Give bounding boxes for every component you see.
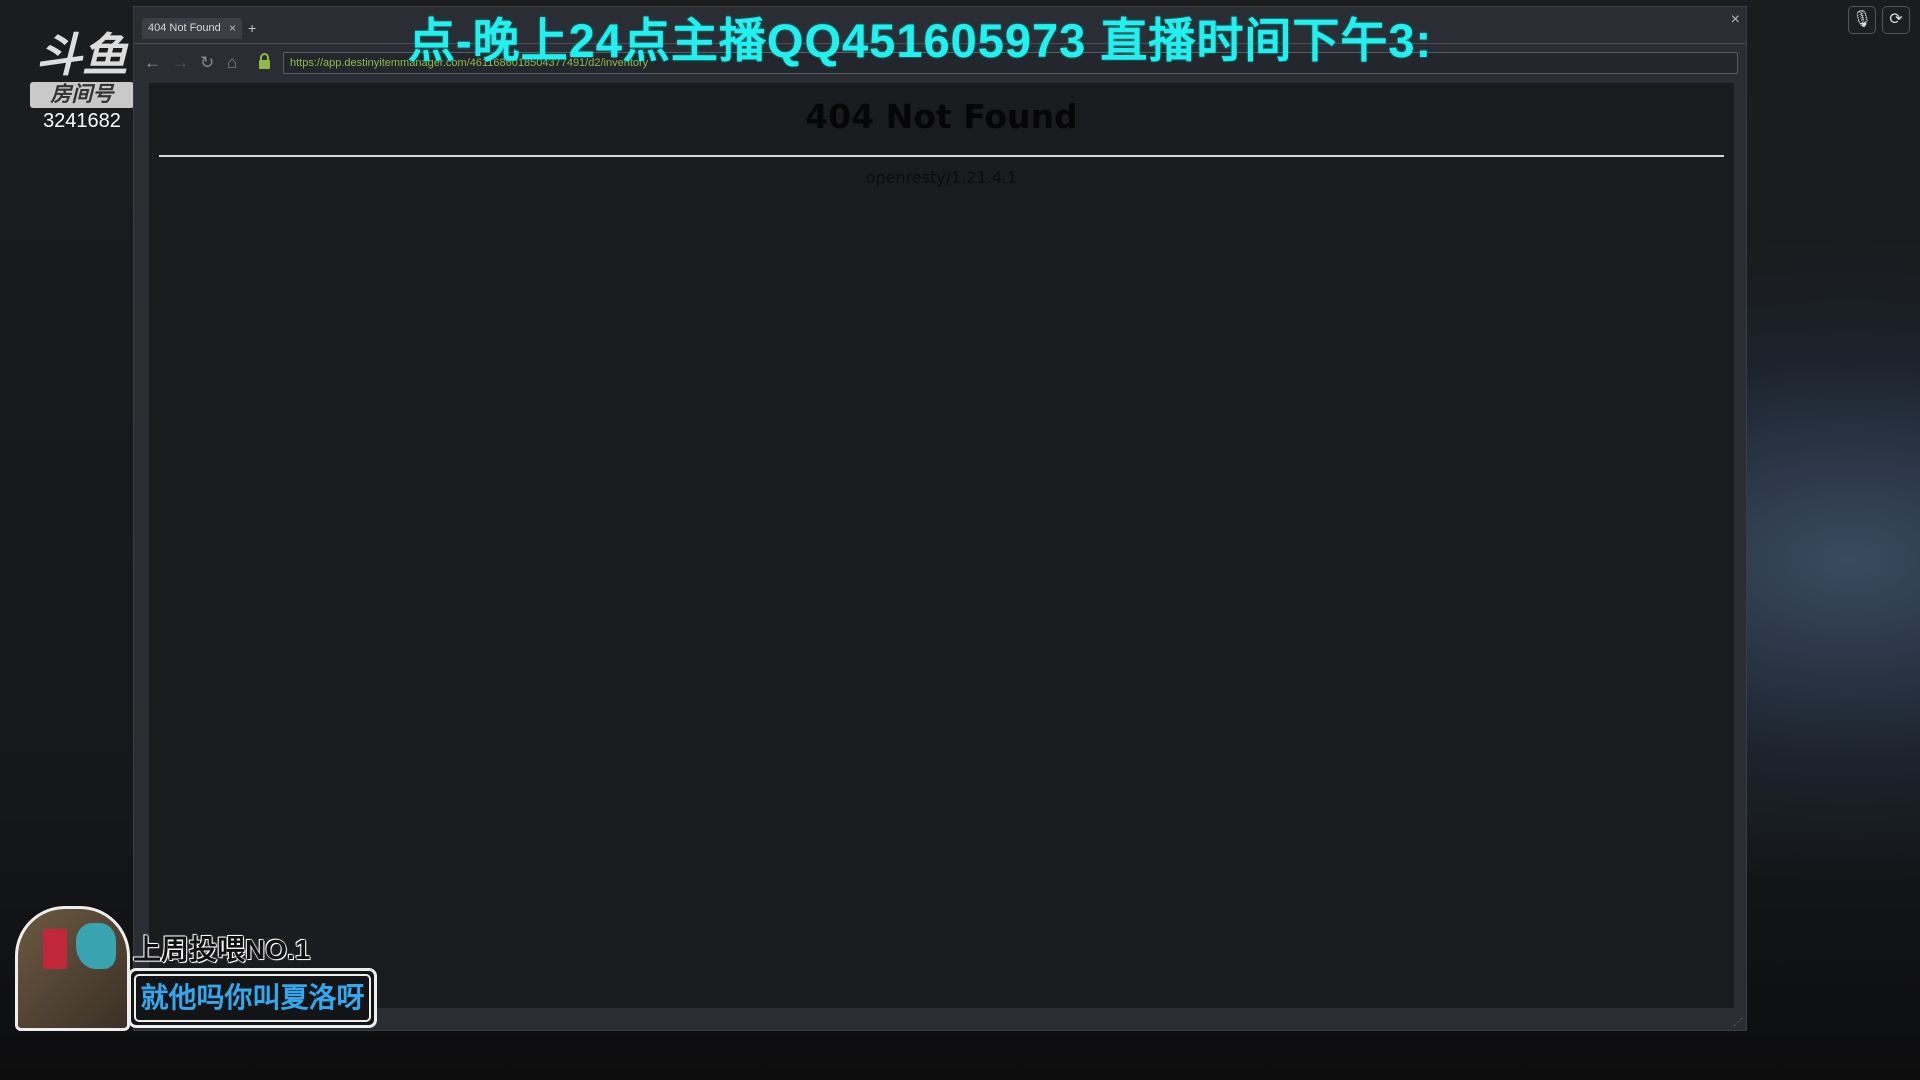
character-avatar	[15, 906, 130, 1031]
page-heading: 404 Not Found	[805, 97, 1078, 136]
divider	[159, 155, 1724, 157]
window-close-button[interactable]: ×	[1731, 11, 1740, 29]
tab-close-icon[interactable]: ×	[229, 21, 236, 35]
back-icon[interactable]: ←	[144, 53, 161, 73]
donor-name: 就他吗你叫夏洛呀	[134, 974, 371, 1022]
resize-grip-icon[interactable]: ⋰	[1733, 1017, 1743, 1028]
douyu-logo: 斗鱼 房间号 3241682	[30, 30, 134, 133]
donor-name-box: 就他吗你叫夏洛呀	[128, 968, 377, 1028]
room-number: 3241682	[43, 110, 121, 132]
tab-title: 404 Not Found	[148, 22, 221, 34]
reload-icon[interactable]: ↻	[200, 53, 214, 73]
room-label: 房间号	[30, 82, 134, 108]
page-content: 404 Not Found openresty/1.21.4.1	[149, 83, 1734, 1008]
server-signature: openresty/1.21.4.1	[865, 168, 1018, 187]
tab-404[interactable]: 404 Not Found ×	[142, 18, 242, 39]
refresh-icon[interactable]: ⟳	[1882, 6, 1910, 34]
forward-icon[interactable]: →	[172, 53, 189, 73]
banner-title: 上周投喂NO.1	[132, 934, 311, 966]
home-icon[interactable]: ⌂	[227, 53, 237, 73]
browser-window: 404 Not Found × + × ← → ↻ ⌂ https://app.…	[133, 6, 1747, 1031]
lock-icon	[259, 53, 270, 69]
top-donor-banner: 上周投喂NO.1 就他吗你叫夏洛呀	[15, 906, 377, 1031]
brand-logo: 斗鱼	[36, 29, 128, 81]
stream-controls: 🎙 ⟳	[1848, 6, 1910, 34]
new-tab-button[interactable]: +	[248, 20, 256, 36]
stream-ticker: 点-晚上24点主播QQ451605973 直播时间下午3:	[408, 14, 1433, 67]
microphone-icon[interactable]: 🎙	[1848, 6, 1876, 34]
